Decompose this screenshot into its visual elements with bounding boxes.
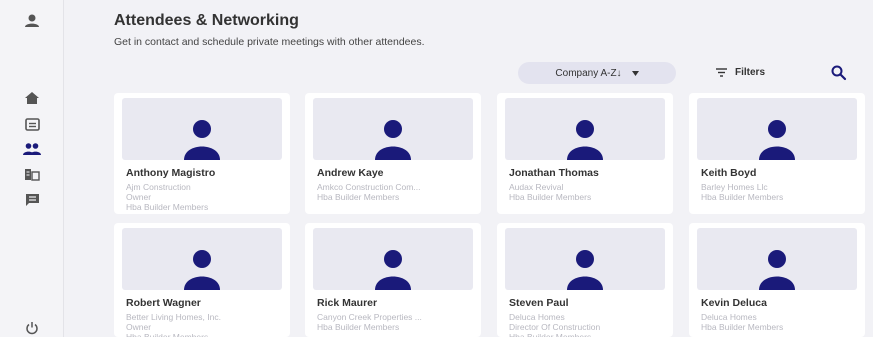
attendee-group: Hba Builder Members <box>509 332 592 337</box>
avatar-placeholder <box>313 228 473 290</box>
home-icon[interactable] <box>20 88 44 108</box>
person-icon <box>375 250 411 290</box>
attendee-name: Anthony Magistro <box>126 167 216 179</box>
caret-down-icon <box>631 68 639 79</box>
attendee-group: Hba Builder Members <box>701 192 784 202</box>
attendee-company: Deluca Homes <box>701 312 757 322</box>
person-icon <box>184 120 220 160</box>
filters-label: Filters <box>735 67 766 78</box>
main-content: Attendees & Networking Get in contact an… <box>64 0 873 337</box>
attendees-icon[interactable] <box>20 139 44 159</box>
sidebar <box>0 0 64 337</box>
avatar-placeholder <box>122 98 282 160</box>
power-icon[interactable] <box>20 318 44 337</box>
attendee-name: Steven Paul <box>509 297 569 309</box>
person-icon <box>375 120 411 160</box>
attendee-card[interactable]: Andrew Kaye Amkco Construction Com... Hb… <box>305 93 481 214</box>
attendee-company: Ajm Construction <box>126 182 191 192</box>
attendee-group: Hba Builder Members <box>509 192 592 202</box>
attendee-title: Owner <box>126 192 152 202</box>
attendee-name: Rick Maurer <box>317 297 378 309</box>
avatar-placeholder <box>122 228 282 290</box>
filter-icon <box>716 68 727 77</box>
attendee-company: Better Living Homes, Inc. <box>126 312 221 322</box>
attendee-group: Hba Builder Members <box>317 192 400 202</box>
attendee-card[interactable]: Steven Paul Deluca Homes Director Of Con… <box>497 223 673 337</box>
attendee-name: Andrew Kaye <box>317 167 384 179</box>
exhibitors-icon[interactable] <box>20 164 44 184</box>
attendee-card[interactable]: Rick Maurer Canyon Creek Properties ... … <box>305 223 481 337</box>
page-subtitle: Get in contact and schedule private meet… <box>114 36 425 48</box>
person-icon <box>184 250 220 290</box>
attendee-card[interactable]: Keith Boyd Barley Homes Llc Hba Builder … <box>689 93 865 214</box>
chat-icon[interactable] <box>20 190 44 210</box>
avatar-placeholder <box>697 98 857 160</box>
sort-label: Company A-Z↓ <box>555 67 622 79</box>
filters-button[interactable]: Filters <box>716 67 765 78</box>
attendee-card[interactable]: Kevin Deluca Deluca Homes Hba Builder Me… <box>689 223 865 337</box>
person-icon <box>567 250 603 290</box>
sort-dropdown[interactable]: Company A-Z↓ <box>518 62 676 84</box>
attendee-group: Hba Builder Members <box>126 332 209 337</box>
attendee-company: Amkco Construction Com... <box>317 182 421 192</box>
attendee-company: Audax Revival <box>509 182 564 192</box>
avatar-placeholder <box>313 98 473 160</box>
attendee-group: Hba Builder Members <box>317 322 400 332</box>
attendee-title: Director Of Construction <box>509 322 601 332</box>
avatar-placeholder <box>697 228 857 290</box>
attendee-name: Keith Boyd <box>701 167 757 179</box>
attendee-card[interactable]: Anthony Magistro Ajm Construction Owner … <box>114 93 290 214</box>
attendee-title: Owner <box>126 322 152 332</box>
person-icon <box>567 120 603 160</box>
attendee-company: Canyon Creek Properties ... <box>317 312 422 322</box>
person-icon <box>759 250 795 290</box>
attendee-name: Robert Wagner <box>126 297 201 309</box>
avatar-placeholder <box>505 98 665 160</box>
attendee-card[interactable]: Robert Wagner Better Living Homes, Inc. … <box>114 223 290 337</box>
attendee-card[interactable]: Jonathan Thomas Audax Revival Hba Builde… <box>497 93 673 214</box>
page-title: Attendees & Networking <box>114 12 299 29</box>
attendee-company: Barley Homes Llc <box>701 182 768 192</box>
person-icon <box>759 120 795 160</box>
avatar-placeholder <box>505 228 665 290</box>
attendee-group: Hba Builder Members <box>126 202 209 212</box>
profile-icon[interactable] <box>20 11 44 31</box>
attendee-company: Deluca Homes <box>509 312 565 322</box>
search-icon[interactable] <box>830 64 848 82</box>
attendee-group: Hba Builder Members <box>701 322 784 332</box>
calendar-icon[interactable] <box>20 114 44 134</box>
attendee-name: Jonathan Thomas <box>509 167 599 179</box>
attendee-name: Kevin Deluca <box>701 297 767 309</box>
